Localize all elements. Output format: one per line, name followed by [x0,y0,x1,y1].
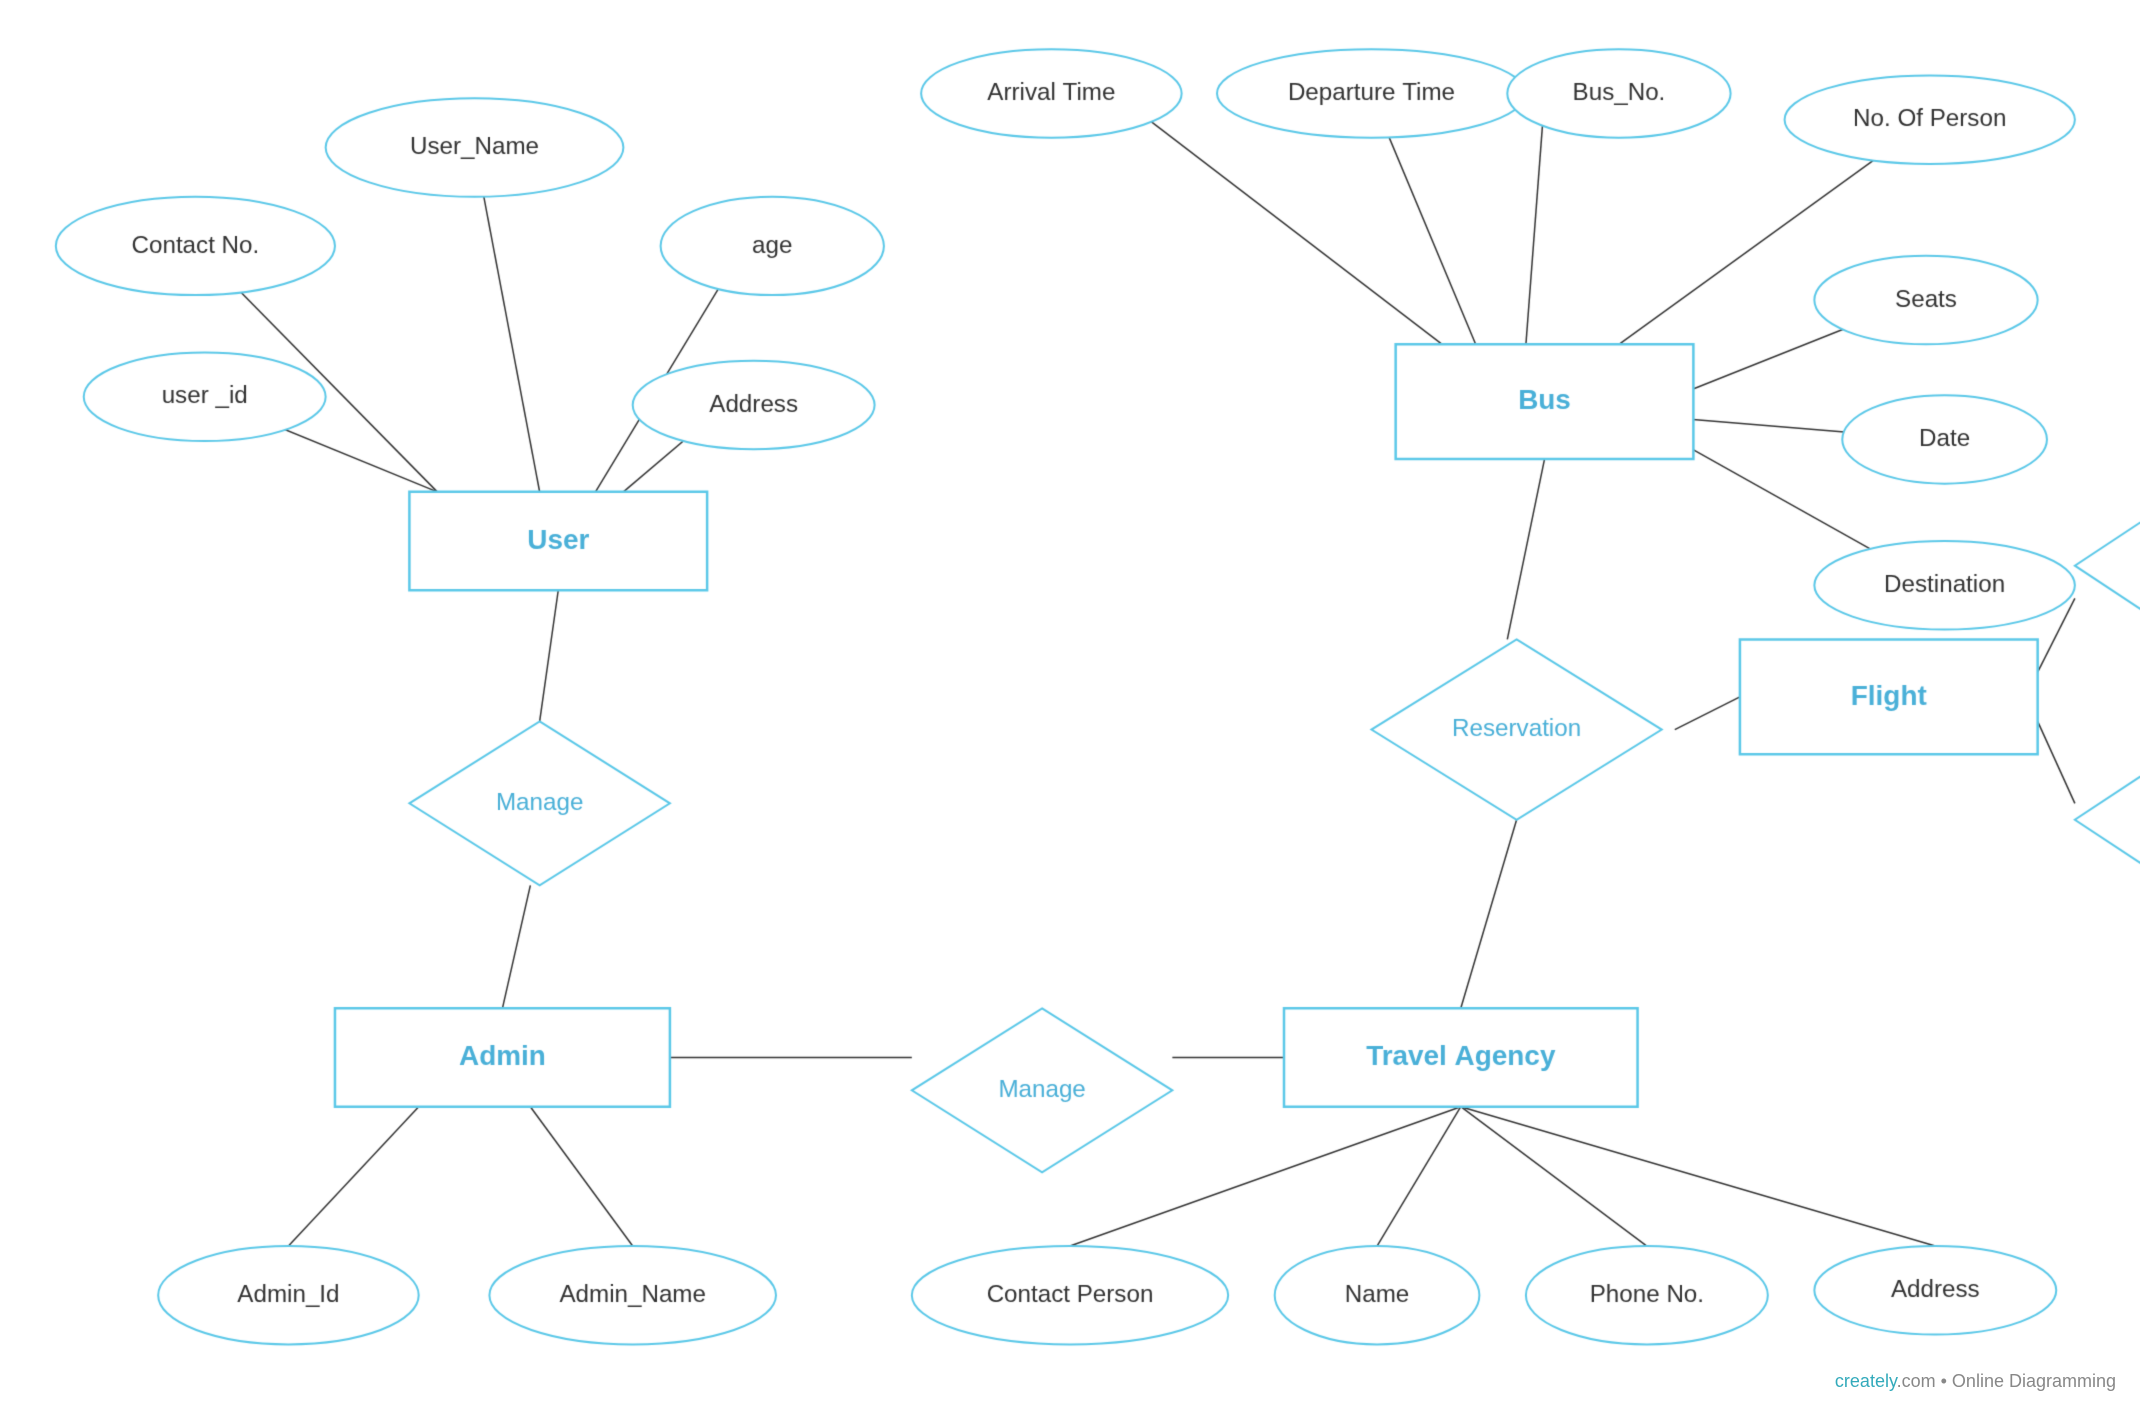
watermark: creately.com • Online Diagramming [1835,1371,2116,1392]
er-diagram [0,0,2140,1410]
